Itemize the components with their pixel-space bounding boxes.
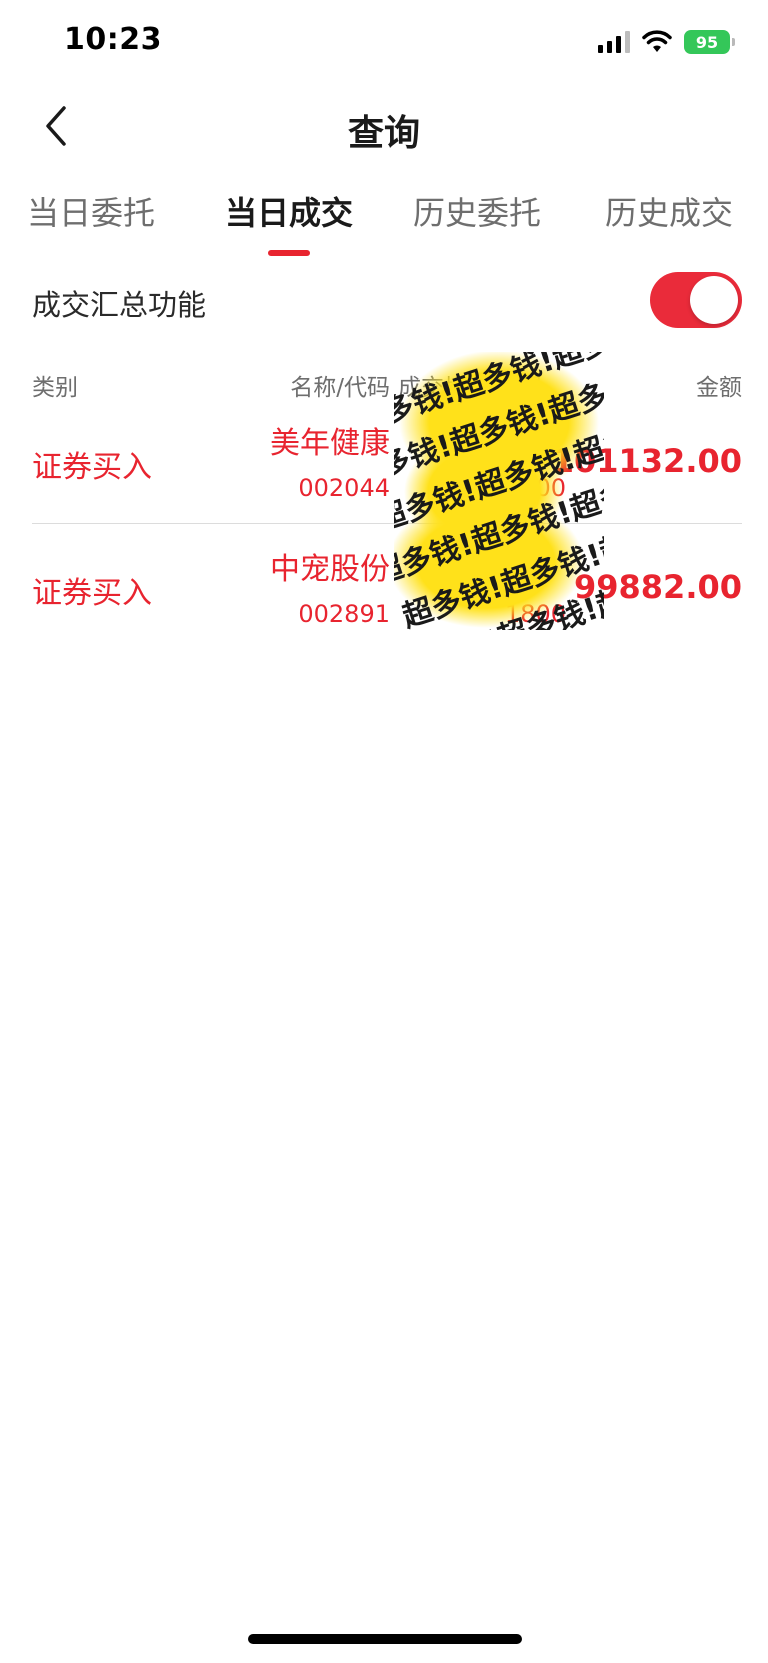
trade-amount: 101132.00 — [551, 442, 742, 480]
status-time: 10:23 — [64, 22, 162, 57]
active-tab-indicator — [268, 250, 310, 256]
trade-type: 证券买入 — [32, 450, 152, 485]
header-price-qty: 成交均价/数量 — [398, 375, 544, 401]
status-bar: 10:23 95 — [0, 0, 768, 84]
status-icons: 95 — [598, 28, 735, 56]
battery-level: 95 — [695, 32, 719, 52]
header-amount: 金额 — [696, 375, 742, 401]
trade-quantity: 1800 — [504, 600, 566, 628]
stock-name: 中宠股份 — [270, 552, 390, 587]
tab-bar: 当日委托 当日成交 历史委托 历史成交 — [0, 188, 768, 258]
tab-history-orders[interactable]: 历史委托 — [402, 188, 552, 248]
table-row[interactable]: 证券买入 美年健康 002044 00 101132.00 — [32, 398, 742, 524]
summary-toggle-switch[interactable] — [650, 272, 742, 328]
toggle-knob — [690, 276, 738, 324]
trade-type: 证券买入 — [32, 576, 152, 611]
stock-code: 002891 — [298, 600, 390, 628]
home-indicator[interactable] — [248, 1634, 522, 1644]
wifi-icon — [642, 30, 672, 52]
table-row[interactable]: 证券买入 中宠股份 002891 1800 99882.00 — [32, 524, 742, 650]
page-title: 查询 — [347, 113, 420, 154]
summary-toggle-row: 成交汇总功能 — [32, 270, 742, 336]
battery-icon: 95 — [684, 30, 735, 54]
header-name-code: 名称/代码 — [290, 375, 390, 401]
nav-bar: 查询 — [0, 90, 768, 162]
trade-amount: 99882.00 — [573, 568, 742, 606]
tab-history-trades[interactable]: 历史成交 — [594, 188, 744, 248]
stock-code: 002044 — [298, 474, 390, 502]
tab-today-trades[interactable]: 当日成交 — [214, 188, 364, 248]
tab-today-orders[interactable]: 当日委托 — [16, 188, 166, 248]
stock-name: 美年健康 — [270, 426, 390, 461]
summary-label: 成交汇总功能 — [32, 288, 207, 322]
header-type: 类别 — [32, 375, 78, 401]
cellular-signal-icon — [598, 31, 630, 53]
